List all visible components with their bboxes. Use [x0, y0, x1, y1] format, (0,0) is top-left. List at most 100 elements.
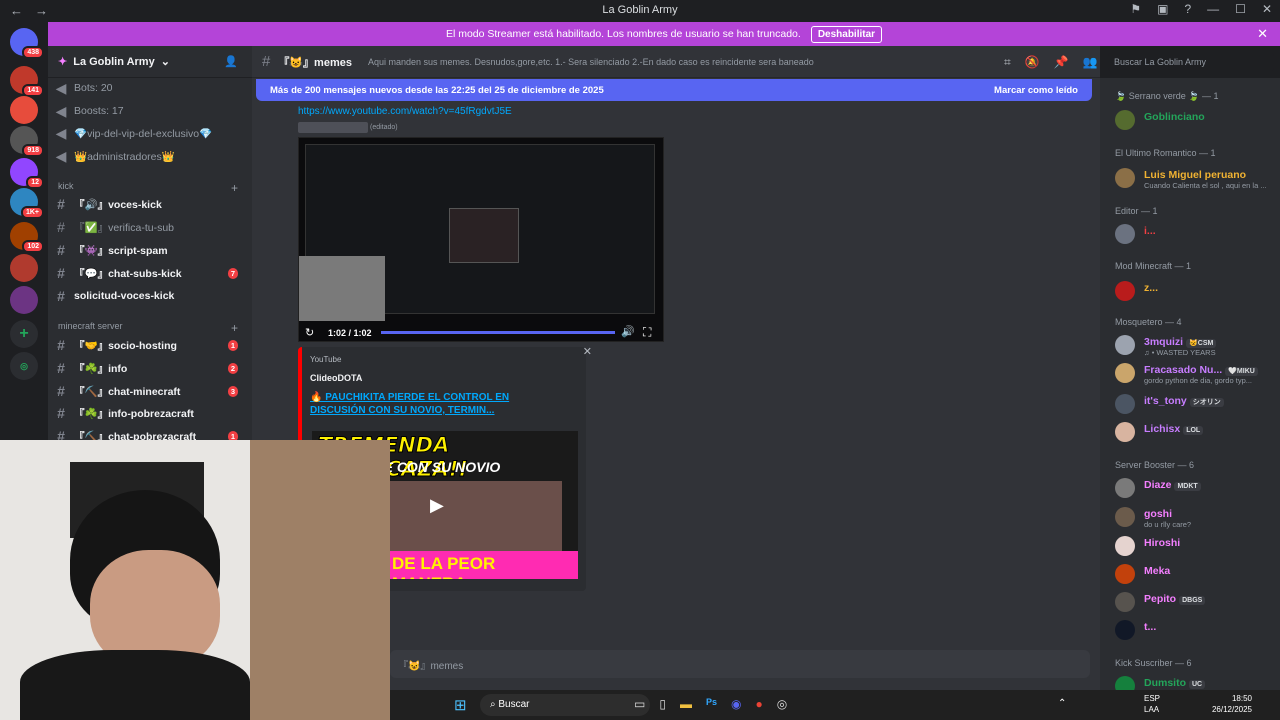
- disable-button[interactable]: Deshabilitar: [810, 25, 883, 43]
- server-icon[interactable]: 438: [10, 28, 44, 59]
- hash-icon: #: [57, 242, 65, 258]
- server-icon[interactable]: [10, 254, 38, 282]
- app-icon[interactable]: ▯: [659, 697, 666, 711]
- mark-read-button[interactable]: Marcar como leído: [994, 85, 1078, 96]
- member-status: gordo python de dia, gordo typ...: [1144, 376, 1252, 385]
- message-link[interactable]: https://www.youtube.com/watch?v=45fRgdvt…: [298, 106, 512, 117]
- folder-icon[interactable]: ▬: [680, 697, 692, 711]
- member-item[interactable]: it's_tony シオリン: [1115, 392, 1275, 416]
- minimize-button[interactable]: —: [1207, 2, 1219, 16]
- category-header[interactable]: kick +: [58, 181, 238, 195]
- channel-item[interactable]: # 『⛏️』chat-pobrezacraft 1: [48, 425, 252, 440]
- inbox-icon[interactable]: ⚑: [1130, 2, 1141, 16]
- member-item[interactable]: z...: [1115, 279, 1275, 303]
- member-item[interactable]: Fracasado Nu... 🤍MIKU gordo python de dia,…: [1115, 361, 1275, 385]
- fullscreen-icon[interactable]: ⛶: [643, 325, 651, 340]
- embed-close-icon[interactable]: ✕: [583, 345, 592, 358]
- member-name: goshi: [1144, 508, 1172, 520]
- tray-chevron-icon[interactable]: ⌃: [1058, 698, 1066, 709]
- server-icon[interactable]: [10, 96, 38, 124]
- video-progress[interactable]: [381, 331, 615, 334]
- clock-date: 26/12/2025: [1211, 705, 1252, 714]
- video-player[interactable]: ↻ 1:02 / 1:02 🔊 ⛶: [298, 137, 664, 342]
- channel-item[interactable]: # solicitud-voces-kick: [48, 285, 252, 307]
- member-item[interactable]: i...: [1115, 222, 1275, 246]
- avatar: [1115, 592, 1135, 612]
- server-icon[interactable]: 141: [10, 66, 44, 97]
- screen-icon[interactable]: ▣: [1157, 2, 1168, 16]
- play-icon[interactable]: ▶: [430, 495, 444, 516]
- maximize-button[interactable]: ☐: [1235, 2, 1246, 16]
- server-icon[interactable]: [10, 286, 38, 314]
- channel-item[interactable]: # 『🤝』socio-hosting 1: [48, 334, 252, 356]
- member-name: t...: [1144, 621, 1157, 633]
- server-icon[interactable]: 12: [10, 158, 44, 189]
- threads-icon[interactable]: ⌗: [1004, 55, 1011, 70]
- volume-icon[interactable]: 🔊: [621, 325, 635, 338]
- windows-start-icon[interactable]: ⊞: [454, 696, 467, 714]
- member-item[interactable]: Meka: [1115, 562, 1275, 586]
- embed-author[interactable]: ClideoDOTA: [310, 373, 362, 383]
- channel-item[interactable]: # 『☘️』info 2: [48, 357, 252, 379]
- member-item[interactable]: Pepito DBGS: [1115, 590, 1275, 614]
- add-server-icon[interactable]: +: [10, 320, 38, 348]
- member-item[interactable]: Diaze MDKT: [1115, 476, 1275, 500]
- help-icon[interactable]: ?: [1184, 2, 1191, 16]
- notification-icon[interactable]: 🔕: [1025, 55, 1040, 70]
- discord-icon[interactable]: ◉: [731, 697, 741, 711]
- replay-icon[interactable]: ↻: [305, 326, 314, 339]
- member-tag: DBGS: [1179, 596, 1206, 605]
- server-header[interactable]: ✦ La Goblin Army ⌄ 👤: [48, 46, 252, 78]
- obs-icon[interactable]: ◎: [777, 697, 787, 711]
- pin-icon[interactable]: 📌: [1054, 55, 1069, 70]
- channel-item[interactable]: # 『⛏️』chat-minecraft 3: [48, 380, 252, 402]
- search-input[interactable]: Buscar La Goblin Army: [1108, 53, 1274, 71]
- channel-item[interactable]: # 『👾』script-spam: [48, 239, 252, 261]
- channel-item[interactable]: # 『💬』chat-subs-kick 7: [48, 262, 252, 284]
- server-icon[interactable]: 102: [10, 222, 44, 253]
- member-category: Kick Suscriber — 6: [1115, 658, 1192, 668]
- members-icon[interactable]: 👥: [1083, 55, 1098, 70]
- channel-topic[interactable]: Aqui manden sus memes. Desnudos,gore,etc…: [368, 57, 814, 67]
- channel-item[interactable]: ◀ 💎vip-del-vip-del-exclusivo💎: [48, 122, 252, 144]
- channel-item[interactable]: ◀ Bots: 20: [48, 77, 252, 99]
- member-item[interactable]: t...: [1115, 618, 1275, 642]
- avatar: [1115, 422, 1135, 442]
- category-header[interactable]: minecraft server +: [58, 321, 238, 335]
- close-window-button[interactable]: ✕: [1262, 2, 1272, 16]
- chrome-icon[interactable]: ●: [755, 697, 762, 711]
- member-name-row: Luis Miguel peruano: [1144, 169, 1246, 181]
- member-category: Editor — 1: [1115, 206, 1158, 216]
- member-item[interactable]: goshi do u rlly care?: [1115, 505, 1275, 529]
- add-member-icon[interactable]: 👤: [224, 55, 238, 68]
- member-item[interactable]: Hiroshi: [1115, 534, 1275, 558]
- member-name: Dumsito: [1144, 677, 1186, 689]
- explore-icon[interactable]: ◎: [10, 352, 38, 380]
- member-status: ♫ • WASTED YEARS: [1144, 348, 1216, 357]
- task-view-icon[interactable]: ▭: [634, 697, 645, 711]
- message-input[interactable]: 『😺』memes: [390, 650, 1090, 678]
- member-item[interactable]: Goblinciano: [1115, 108, 1275, 132]
- channel-item[interactable]: # 『☘️』info-pobrezacraft: [48, 402, 252, 424]
- hash-icon: #: [57, 337, 65, 353]
- taskbar-search[interactable]: ⌕ Buscar: [480, 694, 650, 716]
- new-messages-bar[interactable]: Más de 200 mensajes nuevos desde las 22:…: [256, 79, 1092, 101]
- channel-item[interactable]: # 『✅』verifica-tu-sub: [48, 216, 252, 238]
- member-item[interactable]: Lichisx LOL: [1115, 420, 1275, 444]
- server-badge: 12: [26, 176, 44, 189]
- server-icon[interactable]: 918: [10, 126, 44, 157]
- channel-item[interactable]: ◀ Boosts: 17: [48, 100, 252, 122]
- channel-item[interactable]: # 『🔊』voces-kick: [48, 193, 252, 215]
- member-item[interactable]: 3mquizi 😺CSM ♫ • WASTED YEARS: [1115, 333, 1275, 357]
- channel-item[interactable]: ◀ 👑administradores👑: [48, 145, 252, 167]
- embed-title[interactable]: 🔥 PAUCHIKITA PIERDE EL CONTROL EN DISCUS…: [310, 391, 566, 417]
- channel-header: # 『😺』memes Aqui manden sus memes. Desnud…: [252, 46, 1100, 78]
- language-indicator[interactable]: ESP LAA: [1144, 693, 1160, 715]
- clock[interactable]: 18:50 26/12/2025: [1212, 693, 1252, 715]
- add-channel-icon[interactable]: +: [231, 321, 238, 335]
- close-icon[interactable]: ✕: [1257, 26, 1268, 42]
- member-item[interactable]: Luis Miguel peruano Cuando Calienta el so…: [1115, 166, 1275, 190]
- server-icon[interactable]: 1K+: [10, 188, 44, 219]
- photoshop-icon[interactable]: Ps: [706, 697, 717, 711]
- taskbar-apps: ▭ ▯ ▬ Ps ◉ ● ◎: [634, 697, 787, 711]
